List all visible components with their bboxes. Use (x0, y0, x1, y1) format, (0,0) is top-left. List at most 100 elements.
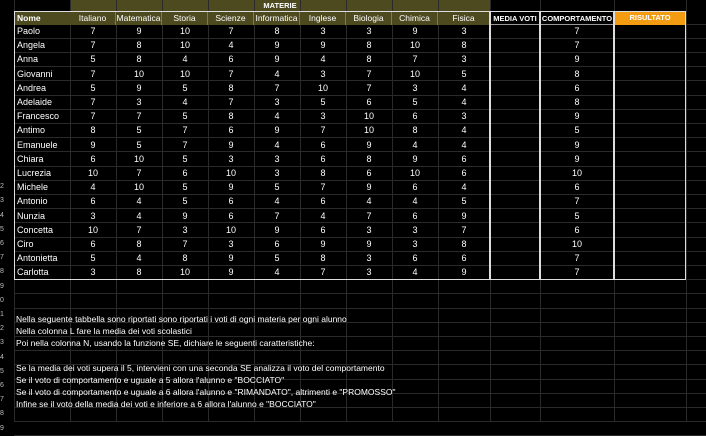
grade-cell[interactable]: 10 (116, 180, 162, 194)
grade-cell[interactable]: 8 (392, 123, 438, 137)
comportamento-cell[interactable]: 7 (540, 24, 614, 38)
grade-cell[interactable]: 10 (392, 166, 438, 180)
grade-cell[interactable]: 6 (208, 194, 254, 208)
media-voti-cell[interactable] (490, 52, 540, 66)
grade-cell[interactable]: 3 (438, 24, 490, 38)
grade-cell[interactable]: 4 (254, 194, 300, 208)
grade-cell[interactable]: 9 (254, 52, 300, 66)
grade-cell[interactable]: 6 (70, 152, 116, 166)
comportamento-cell[interactable]: 8 (540, 95, 614, 109)
grade-cell[interactable]: 3 (116, 95, 162, 109)
grade-cell[interactable]: 4 (300, 52, 346, 66)
media-voti-cell[interactable] (490, 138, 540, 152)
header-subject-matematica[interactable]: Matematica (116, 11, 162, 25)
row-number[interactable] (0, 67, 14, 81)
grade-cell[interactable]: 3 (300, 67, 346, 81)
student-name[interactable]: Antonio (14, 194, 70, 208)
row-number[interactable]: 0 (0, 294, 14, 308)
grade-cell[interactable]: 7 (254, 209, 300, 223)
grade-cell[interactable]: 10 (162, 38, 208, 52)
grade-cell[interactable]: 10 (162, 67, 208, 81)
grade-cell[interactable]: 7 (346, 81, 392, 95)
risultato-cell[interactable] (614, 81, 686, 95)
row-number[interactable] (0, 109, 14, 123)
row-number[interactable] (0, 152, 14, 166)
grade-cell[interactable]: 6 (392, 251, 438, 265)
grade-cell[interactable]: 4 (116, 194, 162, 208)
student-name[interactable]: Paolo (14, 24, 70, 38)
grade-cell[interactable]: 9 (162, 209, 208, 223)
row-number[interactable]: 4 (0, 351, 14, 365)
header-subject-italiano[interactable]: Italiano (70, 11, 116, 25)
risultato-cell[interactable] (614, 194, 686, 208)
comportamento-cell[interactable]: 5 (540, 123, 614, 137)
grade-cell[interactable]: 6 (208, 209, 254, 223)
grade-cell[interactable]: 9 (300, 38, 346, 52)
grade-cell[interactable]: 4 (70, 180, 116, 194)
grade-cell[interactable]: 9 (392, 24, 438, 38)
grade-cell[interactable]: 5 (116, 138, 162, 152)
grade-cell[interactable]: 3 (162, 223, 208, 237)
grade-cell[interactable]: 3 (208, 152, 254, 166)
grade-cell[interactable]: 8 (346, 52, 392, 66)
grade-cell[interactable]: 6 (70, 194, 116, 208)
comportamento-cell[interactable]: 7 (540, 265, 614, 279)
grade-cell[interactable]: 6 (346, 166, 392, 180)
header-subject-biologia[interactable]: Biologia (346, 11, 392, 25)
media-voti-cell[interactable] (490, 180, 540, 194)
media-voti-cell[interactable] (490, 81, 540, 95)
student-name[interactable]: Concetta (14, 223, 70, 237)
media-voti-cell[interactable] (490, 194, 540, 208)
row-number[interactable]: 7 (0, 393, 14, 407)
grade-cell[interactable]: 8 (346, 38, 392, 52)
row-number[interactable]: 2 (0, 180, 14, 194)
grade-cell[interactable]: 6 (70, 237, 116, 251)
grade-cell[interactable]: 8 (116, 265, 162, 279)
grade-cell[interactable]: 4 (116, 251, 162, 265)
row-number[interactable] (0, 166, 14, 180)
grade-cell[interactable]: 9 (254, 123, 300, 137)
row-number[interactable]: 9 (0, 422, 14, 436)
grade-cell[interactable]: 4 (254, 138, 300, 152)
grade-cell[interactable]: 7 (70, 24, 116, 38)
risultato-cell[interactable] (614, 95, 686, 109)
grade-cell[interactable]: 4 (208, 38, 254, 52)
grade-cell[interactable]: 3 (254, 152, 300, 166)
grade-cell[interactable]: 6 (392, 209, 438, 223)
grade-cell[interactable]: 9 (254, 38, 300, 52)
student-name[interactable]: Lucrezia (14, 166, 70, 180)
grade-cell[interactable]: 10 (346, 123, 392, 137)
grade-cell[interactable]: 4 (162, 52, 208, 66)
grade-cell[interactable]: 8 (438, 237, 490, 251)
row-number[interactable]: 9 (0, 280, 14, 294)
risultato-cell[interactable] (614, 38, 686, 52)
row-number[interactable]: 1 (0, 308, 14, 322)
header-subject-chimica[interactable]: Chimica (392, 11, 438, 25)
row-number[interactable]: 3 (0, 194, 14, 208)
grade-cell[interactable]: 5 (254, 251, 300, 265)
grade-cell[interactable]: 5 (162, 81, 208, 95)
comportamento-cell[interactable]: 9 (540, 52, 614, 66)
grade-cell[interactable]: 8 (116, 52, 162, 66)
row-number[interactable] (0, 24, 14, 38)
grade-cell[interactable]: 10 (300, 81, 346, 95)
comportamento-cell[interactable]: 7 (540, 38, 614, 52)
grade-cell[interactable]: 8 (346, 152, 392, 166)
grade-cell[interactable]: 6 (254, 237, 300, 251)
grade-cell[interactable]: 7 (70, 38, 116, 52)
grade-cell[interactable]: 4 (438, 123, 490, 137)
grade-cell[interactable]: 4 (392, 265, 438, 279)
grade-cell[interactable]: 6 (300, 138, 346, 152)
row-number[interactable] (0, 138, 14, 152)
row-number[interactable] (0, 38, 14, 52)
row-number[interactable] (0, 52, 14, 66)
risultato-cell[interactable] (614, 109, 686, 123)
media-voti-cell[interactable] (490, 95, 540, 109)
grade-cell[interactable]: 5 (438, 67, 490, 81)
grade-cell[interactable]: 7 (70, 67, 116, 81)
grade-cell[interactable]: 5 (70, 52, 116, 66)
risultato-cell[interactable] (614, 152, 686, 166)
grade-cell[interactable]: 6 (162, 166, 208, 180)
grade-cell[interactable]: 4 (438, 180, 490, 194)
header-media-voti[interactable]: MEDIA VOTI (490, 11, 540, 25)
